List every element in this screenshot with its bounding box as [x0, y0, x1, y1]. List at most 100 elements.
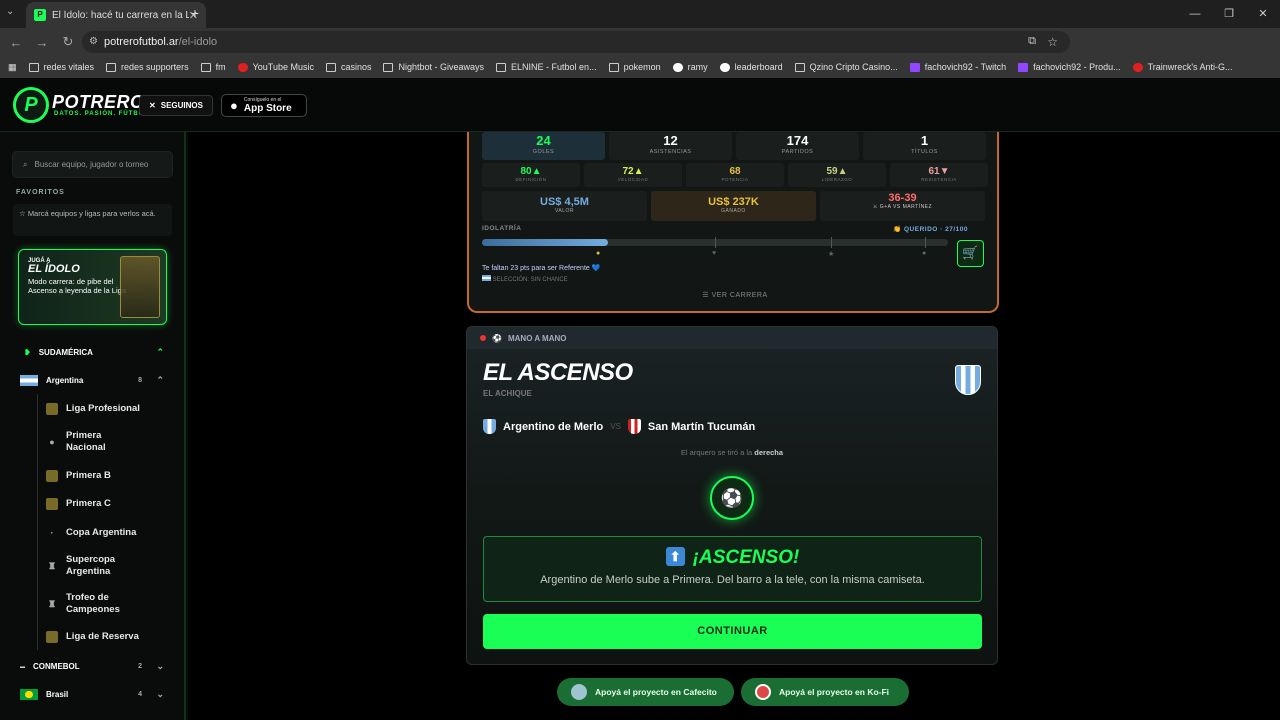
match-subtitle: EL ACHIQUE: [483, 389, 532, 398]
region-sudamerica[interactable]: ❥ SUDAMÉRICA ⌃: [24, 347, 164, 357]
potrero-logo-icon[interactable]: P: [13, 87, 49, 123]
bookmark-item[interactable]: leaderboard: [719, 62, 783, 72]
tab-search-icon[interactable]: ⌄: [6, 6, 14, 17]
site-info-icon[interactable]: ⚙: [89, 36, 98, 47]
forward-icon[interactable]: →: [32, 35, 52, 50]
stat-box: 12 ASISTENCIAS: [609, 132, 732, 160]
search-input[interactable]: ⌕ Buscar equipo, jugador o torneo: [12, 151, 173, 178]
bookmark-item[interactable]: fachovich92 - Produ...: [1018, 62, 1121, 72]
folder-icon: [672, 62, 683, 72]
bookmark-item[interactable]: Qzino Cripto Casino...: [794, 62, 898, 72]
league-item[interactable]: ♜ Supercopa Argentina: [46, 554, 136, 578]
south-america-icon: ❥: [24, 348, 31, 357]
league-item[interactable]: · Copa Argentina: [46, 527, 137, 539]
ver-carrera-link[interactable]: ☰ VER CARRERA: [469, 291, 1001, 299]
kofi-button[interactable]: Apoyá el proyecto en Ko-Fi: [741, 678, 909, 706]
attribute-label: VELOCIDAD: [617, 177, 649, 182]
league-item[interactable]: ● Primera Nacional: [46, 430, 136, 454]
region-label: SUDAMÉRICA: [38, 348, 93, 357]
cafecito-button[interactable]: Apoyá el proyecto en Cafecito: [557, 678, 734, 706]
argentina-flag-icon: [482, 275, 491, 281]
bookmark-item[interactable]: ramy: [672, 62, 708, 72]
league-item[interactable]: Liga de Reserva: [46, 631, 139, 643]
close-window-icon[interactable]: ✕: [1246, 0, 1280, 28]
league-item[interactable]: Liga Profesional: [46, 403, 140, 415]
browser-toolbar: ← → ↻ ⚙ potrerofutbol.ar/el-idolo ⧉ ☆ ◆ …: [0, 28, 1280, 75]
bookmark-label: ELNINE - Futbol en...: [511, 62, 597, 72]
stat-value: 174: [786, 133, 809, 148]
country-argentina[interactable]: Argentina 8 ⌃: [20, 375, 164, 386]
search-icon: ⌕: [23, 159, 28, 169]
arquero-prefix: El arquero se tiró a la: [680, 448, 753, 457]
bookmark-item[interactable]: Nightbot - Giveaways: [383, 62, 484, 72]
appstore-line2: App Store: [243, 103, 292, 114]
window-controls: — ❐ ✕: [1178, 0, 1280, 28]
url-path: /el-idolo: [178, 36, 218, 48]
bookmark-item[interactable]: redes supporters: [106, 62, 189, 72]
main-content: 24 GOLES 12 ASISTENCIAS 174 PARTIDOS 1 TÍTULOS …: [188, 132, 1280, 720]
back-icon[interactable]: ←: [6, 35, 26, 50]
attribute-label: POTENCIA: [721, 177, 749, 182]
bar-marker: [925, 237, 926, 248]
attribute-label: DEFINICIÓN: [515, 177, 547, 182]
league-logo-icon: [46, 403, 58, 415]
app-store-button[interactable]: ● Consíguelo en el App Store: [221, 94, 307, 117]
promo-line3: Modo carrera: de pibe del Ascenso a leye…: [28, 277, 126, 295]
minimize-icon[interactable]: —: [1178, 0, 1212, 28]
shop-cart-button[interactable]: 🛒: [957, 240, 984, 267]
attribute-box: 72▲ VELOCIDAD: [584, 163, 682, 187]
league-item[interactable]: ♜ Trofeo de Campeones: [46, 592, 136, 616]
conmebol-logo-icon: ▬: [20, 663, 25, 670]
value-label: VALOR: [554, 208, 575, 214]
bookmark-item[interactable]: pokemon: [608, 62, 661, 72]
live-dot-icon: [480, 335, 486, 341]
bookmark-star-icon[interactable]: ☆: [1047, 35, 1058, 49]
folder-icon: [1132, 62, 1143, 72]
maximize-icon[interactable]: ❐: [1212, 0, 1246, 28]
logo-tagline: DATOS. PASIÓN. FÚTBOL.: [54, 111, 152, 117]
trophy-icon: ♜: [47, 561, 57, 571]
kofi-icon: [755, 684, 771, 700]
bookmark-item[interactable]: fachovich92 - Twitch: [909, 62, 1006, 72]
chevron-up-icon: ⌃: [156, 375, 164, 385]
bookmark-item[interactable]: Trainwreck's Anti-G...: [1132, 62, 1233, 72]
league-label: Liga de Reserva: [66, 631, 139, 642]
stat-box: 24 GOLES: [482, 132, 605, 160]
country-brasil[interactable]: Brasil 4 ⌄: [20, 689, 164, 700]
bookmark-label: fachovich92 - Produ...: [1033, 62, 1121, 72]
apps-icon[interactable]: ▦: [8, 62, 17, 73]
attribute-value: 68: [729, 166, 741, 177]
stat-box: 174 PARTIDOS: [736, 132, 859, 160]
stat-label: ASISTENCIAS: [649, 149, 692, 155]
bookmark-item[interactable]: redes vitales: [28, 62, 94, 72]
bookmark-item[interactable]: fm: [200, 62, 226, 72]
result-title: ¡ASCENSO!: [692, 547, 800, 568]
follow-x-button[interactable]: ✕ SEGUINOS: [139, 95, 213, 116]
seleccion-text: SELECCIÓN: SIN CHANCE: [482, 275, 568, 283]
league-item[interactable]: Primera B: [46, 470, 111, 482]
tab-title: El Ídolo: hacé tu carrera en la Li: [52, 9, 189, 21]
bookmark-item[interactable]: YouTube Music: [237, 62, 314, 72]
region-conmebol[interactable]: ▬ CONMEBOL 2 ⌄: [20, 661, 164, 671]
logo-text[interactable]: POTRERO: [52, 92, 145, 113]
browser-tab[interactable]: P El Ídolo: hacé tu carrera en la Li ✕: [26, 2, 206, 28]
stat-label: GOLES: [532, 149, 555, 155]
folder-icon: [237, 62, 248, 72]
install-app-icon[interactable]: ⧉: [1028, 35, 1036, 48]
reload-icon[interactable]: ↻: [58, 34, 78, 50]
bookmark-item[interactable]: casinos: [325, 62, 371, 72]
new-tab-button[interactable]: +: [186, 5, 204, 23]
continue-button[interactable]: CONTINUAR: [483, 614, 982, 649]
cafecito-label: Apoyá el proyecto en Cafecito: [595, 687, 717, 697]
league-item[interactable]: Primera C: [46, 498, 111, 510]
site-favicon-icon: P: [34, 9, 46, 21]
bookmark-label: Qzino Cripto Casino...: [809, 62, 898, 72]
idolatria-row: IDOLATRÍA 👏 QUERIDO · 27/100: [482, 225, 968, 233]
star-icon: ★: [828, 251, 835, 258]
chevron-down-icon: ⌄: [156, 689, 164, 699]
arquero-text: El arquero se tiró a la derecha: [467, 448, 997, 457]
bookmark-item[interactable]: ELNINE - Futbol en...: [496, 62, 597, 72]
el-idolo-promo[interactable]: JUGÁ A EL ÍDOLO Modo carrera: de pibe de…: [18, 249, 167, 325]
address-bar[interactable]: ⚙ potrerofutbol.ar/el-idolo ⧉ ☆: [82, 31, 1070, 53]
player-card-image: [120, 256, 160, 318]
